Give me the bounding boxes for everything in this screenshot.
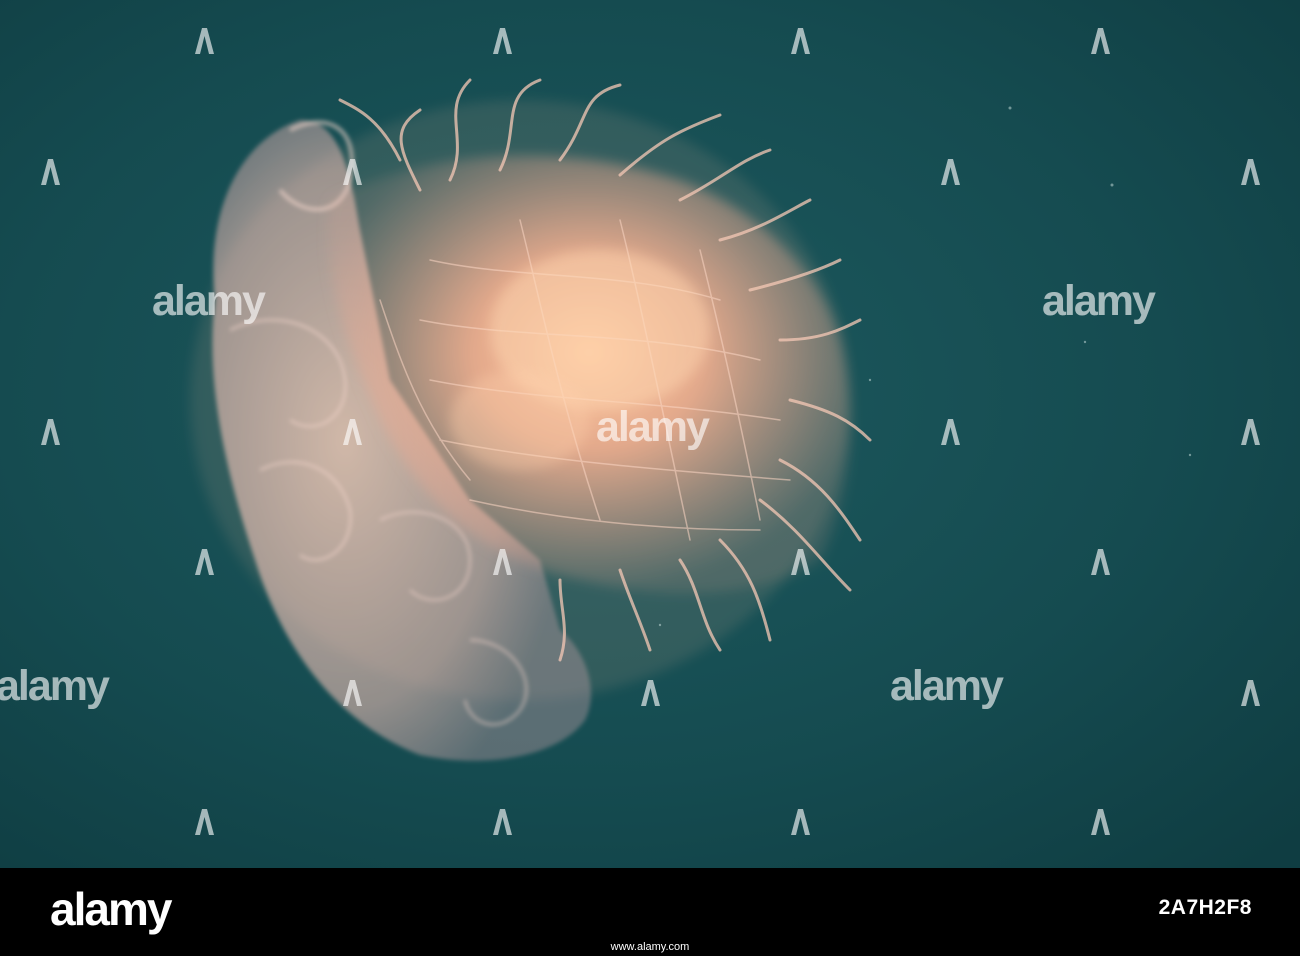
alamy-watermark: alamy [0,662,110,710]
alamy-mark-icon [1241,159,1260,185]
footer-brand-logo: alamy [50,883,172,935]
alamy-mark-icon [1241,680,1260,706]
alamy-watermark: alamy [596,403,710,451]
alamy-mark-icon [791,549,810,575]
alamy-mark-icon [1091,549,1110,575]
alamy-watermark: alamy [890,662,1004,710]
alamy-mark-icon [641,680,660,706]
alamy-mark-icon [41,419,60,445]
alamy-mark-icon [493,28,512,54]
site-url: www.alamy.com [610,941,690,953]
alamy-mark-icon [1091,809,1110,835]
alamy-mark-icon [941,419,960,445]
alamy-mark-icon [343,159,362,185]
alamy-mark-icon [195,809,214,835]
alamy-mark-icon [41,159,60,185]
image-id: 2A7H2F8 [1158,896,1252,919]
alamy-mark-icon [493,549,512,575]
alamy-mark-icon [941,159,960,185]
alamy-mark-icon [1091,28,1110,54]
alamy-mark-icon [195,549,214,575]
alamy-mark-icon [195,28,214,54]
alamy-mark-icon [1241,419,1260,445]
alamy-watermark: alamy [1042,277,1156,325]
alamy-mark-icon [343,680,362,706]
alamy-mark-icon [343,419,362,445]
alamy-mark-icon [791,809,810,835]
alamy-mark-icon [493,809,512,835]
alamy-watermark: alamy [152,277,266,325]
stock-photo: alamy alamy alamy alamy alamy [0,0,1300,868]
alamy-mark-icon [791,28,810,54]
